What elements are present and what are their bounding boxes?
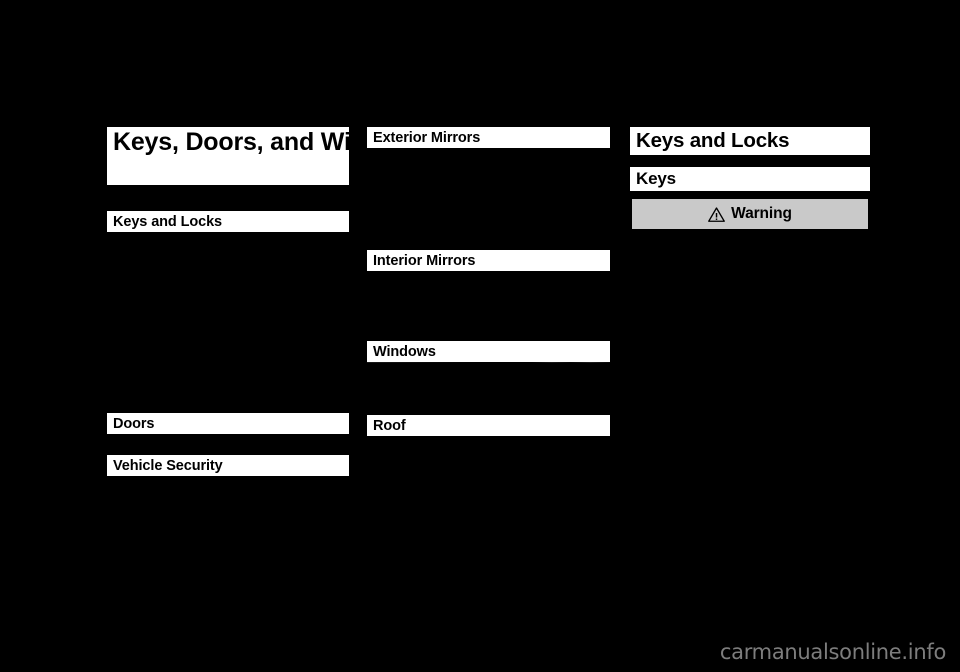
subsection-heading-keys: Keys: [630, 167, 870, 191]
toc-entry-label: Windows: [373, 343, 436, 360]
toc-entry-label: Roof: [373, 417, 406, 434]
subsection-heading-label: Keys: [636, 169, 676, 188]
toc-entry-keys-and-locks[interactable]: Keys and Locks: [107, 211, 349, 232]
warning-callout: Warning: [631, 198, 869, 230]
chapter-title: Keys, Doors, and Windows: [107, 127, 349, 185]
toc-entry-interior-mirrors[interactable]: Interior Mirrors: [367, 250, 610, 271]
toc-entry-vehicle-security[interactable]: Vehicle Security: [107, 455, 349, 476]
document-page: Keys, Doors, and Windows Keys and Locks …: [0, 0, 960, 672]
site-watermark: carmanualsonline.info: [719, 640, 946, 664]
toc-entry-label: Vehicle Security: [113, 457, 223, 474]
section-heading-keys-and-locks: Keys and Locks: [630, 127, 870, 155]
toc-entry-exterior-mirrors[interactable]: Exterior Mirrors: [367, 127, 610, 148]
toc-entry-label: Interior Mirrors: [373, 252, 476, 269]
warning-triangle-icon: [708, 206, 726, 222]
toc-entry-roof[interactable]: Roof: [367, 415, 610, 436]
toc-entry-windows[interactable]: Windows: [367, 341, 610, 362]
toc-entry-label: Exterior Mirrors: [373, 129, 481, 146]
toc-entry-doors[interactable]: Doors: [107, 413, 349, 434]
scan-artifact: [367, 360, 610, 363]
warning-label: Warning: [731, 205, 792, 222]
section-heading-label: Keys and Locks: [636, 129, 790, 152]
toc-entry-label: Doors: [113, 415, 155, 432]
toc-entry-label: Keys and Locks: [113, 213, 223, 230]
